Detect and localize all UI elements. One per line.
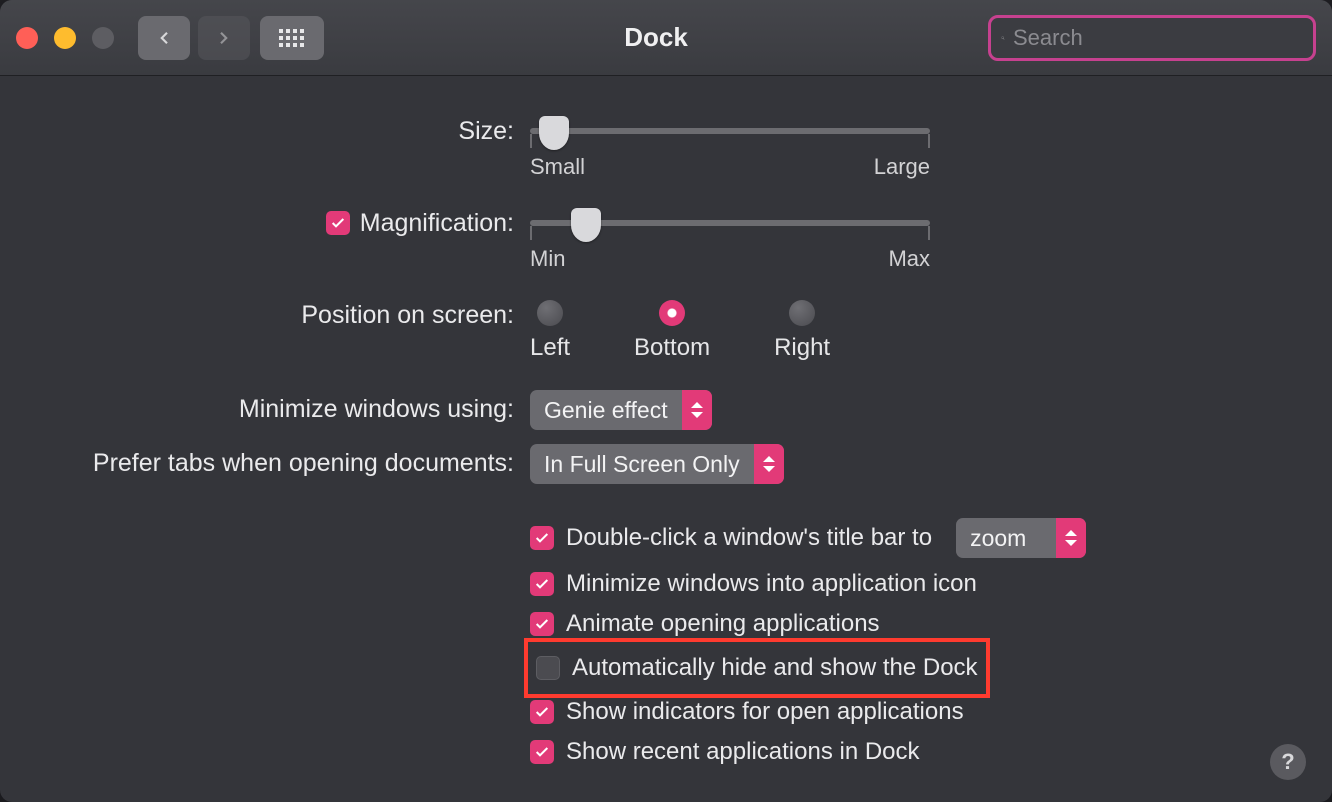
- size-row: Size: Small Large: [50, 112, 1282, 180]
- search-field-wrap[interactable]: [988, 15, 1316, 61]
- magnification-min-label: Min: [530, 246, 565, 272]
- close-window-button[interactable]: [16, 27, 38, 49]
- position-radio-bottom[interactable]: Bottom: [634, 300, 710, 362]
- check-icon: [330, 215, 346, 231]
- size-slider-thumb[interactable]: [539, 116, 569, 150]
- updown-arrows-icon: [1056, 518, 1086, 558]
- position-row: Position on screen: Left Bottom Right: [50, 296, 1282, 362]
- recent-apps-label: Show recent applications in Dock: [566, 738, 920, 766]
- minimize-effect-value: Genie effect: [530, 397, 682, 424]
- doubleclick-checkbox[interactable]: [530, 526, 554, 550]
- back-button[interactable]: [138, 16, 190, 60]
- minimize-into-icon-checkbox[interactable]: [530, 572, 554, 596]
- page-title: Dock: [324, 22, 988, 53]
- tabs-row: Prefer tabs when opening documents: In F…: [50, 444, 1282, 484]
- titlebar: Dock: [0, 0, 1332, 76]
- radio-icon: [789, 300, 815, 326]
- animate-opening-label: Animate opening applications: [566, 610, 880, 638]
- position-bottom-label: Bottom: [634, 334, 710, 362]
- magnification-slider[interactable]: Min Max: [530, 204, 930, 272]
- doubleclick-action-value: zoom: [956, 525, 1056, 552]
- chevron-left-icon: [155, 29, 173, 47]
- magnification-checkbox[interactable]: [326, 211, 350, 235]
- autohide-checkbox[interactable]: [536, 656, 560, 680]
- doubleclick-row: Double-click a window's title bar to zoo…: [530, 512, 1086, 564]
- position-radio-left[interactable]: Left: [530, 300, 570, 362]
- magnification-slider-thumb[interactable]: [571, 208, 601, 242]
- chevron-right-icon: [215, 29, 233, 47]
- minimize-window-button[interactable]: [54, 27, 76, 49]
- indicators-checkbox[interactable]: [530, 700, 554, 724]
- recent-apps-row: Show recent applications in Dock: [530, 732, 920, 772]
- grid-icon: [279, 29, 305, 47]
- check-icon: [534, 744, 550, 760]
- tabs-label: Prefer tabs when opening documents:: [50, 444, 530, 482]
- options-row: Double-click a window's title bar to zoo…: [50, 512, 1282, 772]
- autohide-row: Automatically hide and show the Dock: [530, 644, 984, 692]
- doubleclick-label: Double-click a window's title bar to: [566, 524, 932, 552]
- magnification-label: Magnification:: [360, 204, 514, 242]
- minimize-into-icon-row: Minimize windows into application icon: [530, 564, 977, 604]
- autohide-label: Automatically hide and show the Dock: [572, 654, 978, 682]
- help-button[interactable]: ?: [1270, 744, 1306, 780]
- minimize-row: Minimize windows using: Genie effect: [50, 390, 1282, 430]
- check-icon: [534, 530, 550, 546]
- position-radio-group: Left Bottom Right: [530, 296, 830, 362]
- minimize-into-icon-label: Minimize windows into application icon: [566, 570, 977, 598]
- check-icon: [534, 616, 550, 632]
- animate-opening-checkbox[interactable]: [530, 612, 554, 636]
- check-icon: [534, 576, 550, 592]
- position-label: Position on screen:: [50, 296, 530, 330]
- updown-arrows-icon: [682, 390, 712, 430]
- position-radio-right[interactable]: Right: [774, 300, 830, 362]
- preferences-window: Dock Size: Small Large: [0, 0, 1332, 802]
- radio-icon: [659, 300, 685, 326]
- help-label: ?: [1281, 749, 1294, 775]
- indicators-label: Show indicators for open applications: [566, 698, 964, 726]
- forward-button: [198, 16, 250, 60]
- nav-group: [138, 16, 250, 60]
- minimize-effect-dropdown[interactable]: Genie effect: [530, 390, 712, 430]
- content: Size: Small Large: [0, 76, 1332, 802]
- size-max-label: Large: [874, 154, 930, 180]
- tabs-preference-dropdown[interactable]: In Full Screen Only: [530, 444, 784, 484]
- size-label: Size:: [50, 112, 530, 150]
- size-slider[interactable]: Small Large: [530, 112, 930, 180]
- magnification-row: Magnification: Min Max: [50, 204, 1282, 272]
- check-icon: [534, 704, 550, 720]
- search-icon: [1001, 27, 1005, 49]
- search-input[interactable]: [1011, 24, 1303, 52]
- traffic-lights: [16, 27, 114, 49]
- animate-opening-row: Animate opening applications: [530, 604, 880, 644]
- recent-apps-checkbox[interactable]: [530, 740, 554, 764]
- show-all-button[interactable]: [260, 16, 324, 60]
- radio-icon: [537, 300, 563, 326]
- indicators-row: Show indicators for open applications: [530, 692, 964, 732]
- maximize-window-button: [92, 27, 114, 49]
- options-checklist: Double-click a window's title bar to zoo…: [530, 512, 1282, 772]
- magnification-max-label: Max: [888, 246, 930, 272]
- tabs-preference-value: In Full Screen Only: [530, 451, 754, 478]
- size-min-label: Small: [530, 154, 585, 180]
- doubleclick-action-dropdown[interactable]: zoom: [956, 518, 1086, 558]
- minimize-label: Minimize windows using:: [50, 390, 530, 428]
- position-right-label: Right: [774, 334, 830, 362]
- position-left-label: Left: [530, 334, 570, 362]
- updown-arrows-icon: [754, 444, 784, 484]
